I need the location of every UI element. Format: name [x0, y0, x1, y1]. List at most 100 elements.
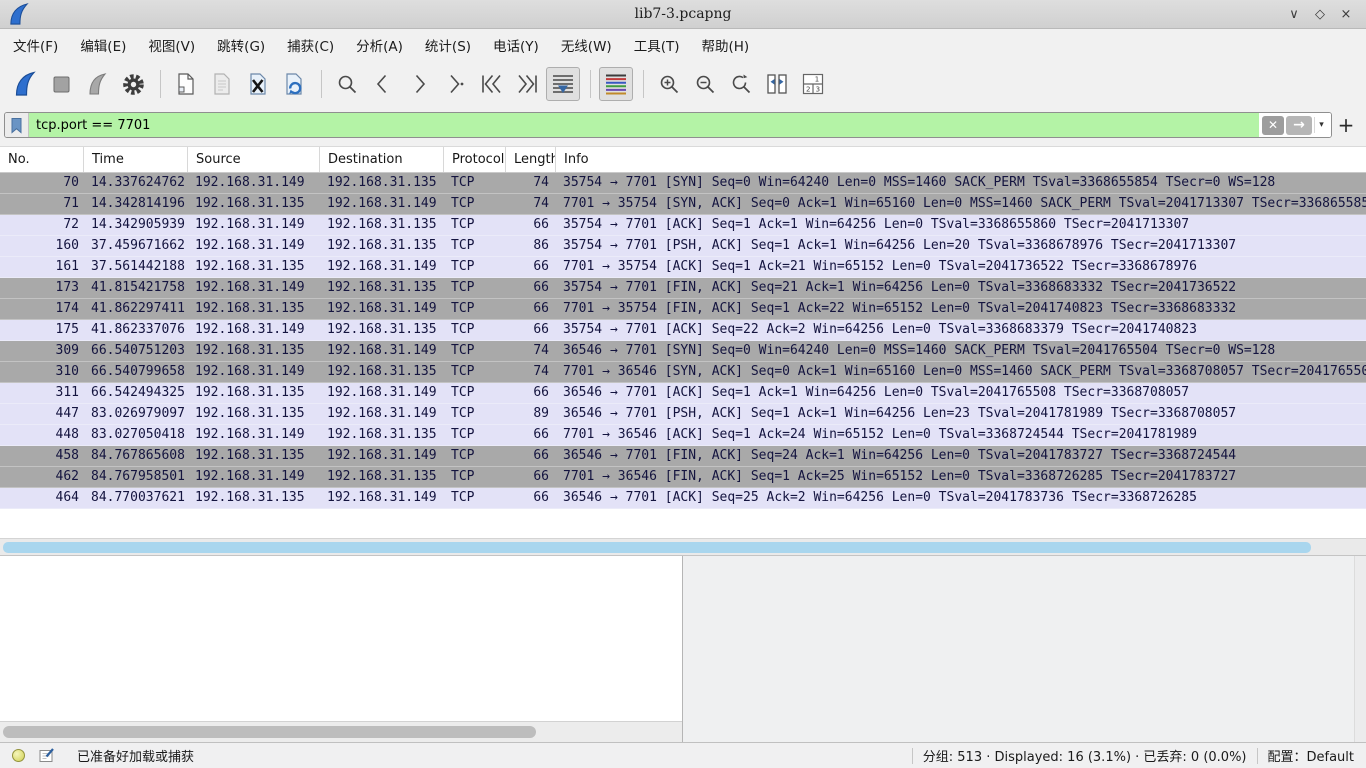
status-bar: 已准备好加载或捕获 分组: 513 · Displayed: 16 (3.1%)… — [0, 742, 1366, 768]
details-hscroll-thumb[interactable] — [3, 726, 536, 738]
menu-help[interactable]: 帮助(H) — [690, 31, 760, 59]
display-filter-field[interactable]: tcp.port == 7701 ✕ → ▾ — [4, 112, 1332, 138]
packet-row[interactable]: 72 14.342905939 192.168.31.149 192.168.3… — [0, 215, 1366, 236]
packet-details-empty — [0, 556, 682, 722]
find-packet-button[interactable] — [330, 67, 364, 101]
packet-bytes-pane[interactable] — [683, 556, 1366, 742]
packet-row[interactable]: 310 66.540799658 192.168.31.149 192.168.… — [0, 362, 1366, 383]
save-file-button[interactable] — [205, 67, 239, 101]
stop-capture-button[interactable] — [44, 67, 78, 101]
filter-buttons: ✕ → ▾ — [1259, 113, 1331, 137]
wireshark-window: lib7-3.pcapng ∨ ◇ × 文件(F) 编辑(E) 视图(V) 跳转… — [0, 0, 1366, 768]
svg-text:1: 1 — [815, 76, 819, 84]
zoom-in-button[interactable] — [652, 67, 686, 101]
zoom-reset-button[interactable] — [724, 67, 758, 101]
packet-row[interactable]: 71 14.342814196 192.168.31.135 192.168.3… — [0, 194, 1366, 215]
zoom-in-icon — [658, 73, 681, 96]
close-file-button[interactable] — [241, 67, 275, 101]
capture-comment-icon[interactable] — [38, 747, 55, 764]
packet-rows: 70 14.337624762 192.168.31.149 192.168.3… — [0, 173, 1366, 538]
packet-row[interactable]: 173 41.815421758 192.168.31.149 192.168.… — [0, 278, 1366, 299]
open-file-button[interactable] — [169, 67, 203, 101]
menu-tools[interactable]: 工具(T) — [623, 31, 691, 59]
toolbar-separator — [643, 70, 644, 98]
packet-list-header: No. Time Source Destination Protocol Len… — [0, 146, 1366, 173]
column-header-source[interactable]: Source — [188, 147, 320, 172]
packet-row[interactable]: 464 84.770037621 192.168.31.135 192.168.… — [0, 488, 1366, 509]
open-file-icon — [174, 72, 198, 96]
svg-text:3: 3 — [816, 86, 820, 94]
packet-row[interactable]: 458 84.767865608 192.168.31.135 192.168.… — [0, 446, 1366, 467]
go-last-packet-button[interactable] — [510, 67, 544, 101]
display-filter-input[interactable]: tcp.port == 7701 — [29, 113, 1259, 137]
packet-details-pane[interactable] — [0, 556, 683, 742]
close-button[interactable]: × — [1336, 4, 1356, 24]
menu-file[interactable]: 文件(F) — [2, 31, 69, 59]
packet-row[interactable]: 448 83.027050418 192.168.31.149 192.168.… — [0, 425, 1366, 446]
packet-list-hscroll-thumb[interactable] — [3, 542, 1311, 553]
minimize-button[interactable]: ∨ — [1284, 4, 1304, 24]
packet-row[interactable]: 447 83.026979097 192.168.31.135 192.168.… — [0, 404, 1366, 425]
packet-row[interactable]: 309 66.540751203 192.168.31.135 192.168.… — [0, 341, 1366, 362]
menu-telephony[interactable]: 电话(Y) — [482, 31, 550, 59]
column-header-protocol[interactable]: Protocol — [444, 147, 506, 172]
filter-dropdown-caret[interactable]: ▾ — [1314, 117, 1328, 133]
start-capture-button[interactable] — [8, 67, 42, 101]
menu-view[interactable]: 视图(V) — [137, 31, 206, 59]
svg-text:2: 2 — [806, 86, 810, 94]
menu-edit[interactable]: 编辑(E) — [69, 31, 137, 59]
packet-row[interactable]: 160 37.459671662 192.168.31.149 192.168.… — [0, 236, 1366, 257]
filter-clear-button[interactable]: ✕ — [1262, 116, 1284, 135]
zoom-out-button[interactable] — [688, 67, 722, 101]
menu-analyze[interactable]: 分析(A) — [345, 31, 414, 59]
gear-icon — [122, 73, 145, 96]
statusbar-separator — [1257, 748, 1258, 764]
column-header-info[interactable]: Info — [556, 147, 1366, 172]
go-forward-button[interactable] — [402, 67, 436, 101]
reload-file-button[interactable] — [277, 67, 311, 101]
maximize-button[interactable]: ◇ — [1310, 4, 1330, 24]
packet-row[interactable]: 462 84.767958501 192.168.31.149 192.168.… — [0, 467, 1366, 488]
column-header-time[interactable]: Time — [84, 147, 188, 172]
packet-row[interactable]: 70 14.337624762 192.168.31.149 192.168.3… — [0, 173, 1366, 194]
search-icon — [336, 73, 359, 96]
packet-row[interactable]: 174 41.862297411 192.168.31.135 192.168.… — [0, 299, 1366, 320]
packet-stats-text: 分组: 513 · Displayed: 16 (3.1%) · 已丢弃: 0 … — [923, 746, 1247, 765]
go-back-button[interactable] — [366, 67, 400, 101]
auto-scroll-toggle[interactable] — [546, 67, 580, 101]
colorize-toggle[interactable] — [599, 67, 633, 101]
capture-options-button[interactable] — [116, 67, 150, 101]
column-header-destination[interactable]: Destination — [320, 147, 444, 172]
menu-statistics[interactable]: 统计(S) — [414, 31, 482, 59]
layout-123-button[interactable]: 1 2 3 — [796, 67, 830, 101]
profile-text[interactable]: 配置：Default — [1268, 746, 1357, 765]
filter-bookmark-button[interactable] — [5, 113, 29, 137]
restart-capture-button[interactable] — [80, 67, 114, 101]
packet-row[interactable]: 311 66.542494325 192.168.31.135 192.168.… — [0, 383, 1366, 404]
go-first-packet-button[interactable] — [474, 67, 508, 101]
close-file-icon — [246, 72, 270, 96]
expert-info-icon[interactable] — [12, 749, 25, 762]
details-hscrollbar[interactable] — [0, 722, 682, 742]
packet-row[interactable]: 161 37.561442188 192.168.31.135 192.168.… — [0, 257, 1366, 278]
filter-add-button[interactable]: + — [1332, 112, 1360, 138]
filter-bar: tcp.port == 7701 ✕ → ▾ + — [0, 108, 1366, 146]
go-to-packet-button[interactable] — [438, 67, 472, 101]
packet-list-hscrollbar[interactable] — [0, 538, 1366, 556]
column-header-length[interactable]: Length — [506, 147, 556, 172]
save-file-icon — [210, 72, 234, 96]
lower-panes — [0, 556, 1366, 742]
menu-wireless[interactable]: 无线(W) — [550, 31, 623, 59]
bytes-vscrollbar[interactable] — [1354, 556, 1366, 742]
chevron-right-icon — [407, 72, 431, 96]
reload-file-icon — [282, 72, 306, 96]
menu-go[interactable]: 跳转(G) — [206, 31, 276, 59]
packet-row[interactable]: 175 41.862337076 192.168.31.149 192.168.… — [0, 320, 1366, 341]
first-packet-icon — [479, 72, 504, 96]
shark-fin-icon — [13, 71, 37, 97]
filter-apply-button[interactable]: → — [1286, 116, 1312, 135]
zoom-reset-icon — [730, 73, 753, 96]
column-header-no[interactable]: No. — [0, 147, 84, 172]
menu-capture[interactable]: 捕获(C) — [276, 31, 345, 59]
resize-columns-button[interactable] — [760, 67, 794, 101]
